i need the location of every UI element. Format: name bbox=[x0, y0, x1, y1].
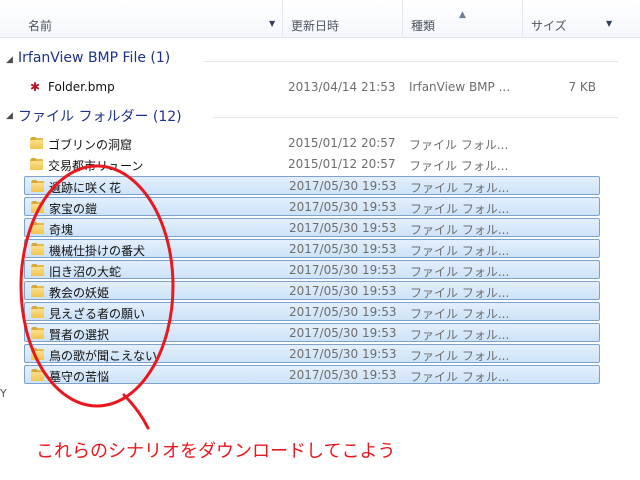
pointer-stroke bbox=[122, 393, 150, 430]
annotation-drawing bbox=[19, 164, 175, 430]
highlight-circle bbox=[19, 164, 175, 408]
annotation-text: これらのシナリオをダウンロードしてこよう bbox=[36, 441, 396, 462]
